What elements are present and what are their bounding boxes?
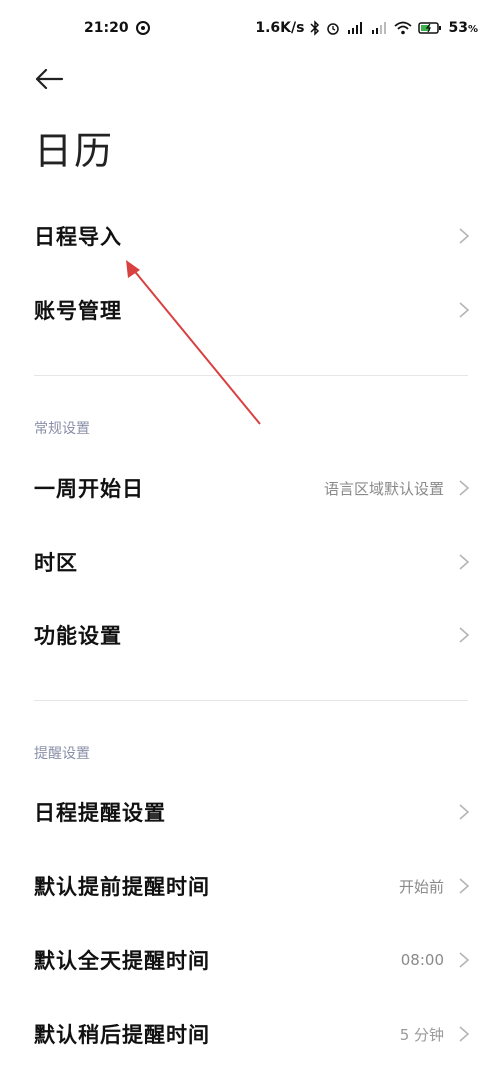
battery-charging-icon [418,21,442,35]
chevron-right-icon [458,803,470,821]
chevron-right-icon [458,626,470,644]
row-label: 默认全天提醒时间 [34,949,210,973]
back-button[interactable] [34,64,74,98]
alarm-icon [326,21,340,35]
signal-hd-1-icon [346,21,364,35]
row-label: 账号管理 [34,299,122,323]
bluetooth-icon [310,20,320,36]
row-value: 5 分钟 [399,1025,444,1044]
row-timezone[interactable]: 时区 [0,532,500,592]
divider [34,700,468,701]
section-header-reminders: 提醒设置 [34,746,90,762]
chevron-right-icon [458,951,470,969]
chevron-right-icon [458,1025,470,1043]
sync-icon [135,20,151,36]
row-default-allday-reminder[interactable]: 默认全天提醒时间 08:00 [0,930,500,990]
row-event-reminder-settings[interactable]: 日程提醒设置 [0,782,500,842]
row-label: 默认稍后提醒时间 [34,1023,210,1047]
row-label: 日程提醒设置 [34,801,166,825]
clock: 21:20 [84,20,129,36]
row-schedule-import[interactable]: 日程导入 [0,206,500,266]
chevron-right-icon [458,479,470,497]
arrow-left-icon [34,68,64,93]
battery-percent: 53% [448,20,478,36]
row-value: 开始前 [398,877,444,896]
row-label: 日程导入 [34,225,122,249]
section-header-general: 常规设置 [34,421,90,437]
row-feature-settings[interactable]: 功能设置 [0,605,500,665]
status-bar: 21:20 1.6K/s 53% [0,0,500,56]
row-label: 时区 [34,551,78,575]
chevron-right-icon [458,877,470,895]
network-speed: 1.6K/s [255,20,305,36]
row-label: 默认提前提醒时间 [34,875,210,899]
row-default-advance-reminder[interactable]: 默认提前提醒时间 开始前 [0,856,500,916]
row-value: 08:00 [400,951,444,969]
wifi-icon [394,21,413,35]
row-value: 语言区域默认设置 [323,479,444,498]
chevron-right-icon [458,227,470,245]
row-label: 一周开始日 [34,477,144,501]
divider [34,375,468,376]
row-default-snooze-reminder[interactable]: 默认稍后提醒时间 5 分钟 [0,1004,500,1064]
row-label: 功能设置 [34,624,122,648]
row-account-management[interactable]: 账号管理 [0,280,500,340]
row-week-start[interactable]: 一周开始日 语言区域默认设置 [0,458,500,518]
signal-hd-2-icon [370,21,388,35]
calendar-settings-screen: 21:20 1.6K/s 53% 日历 日程导入 账号管理 常规设置 一周开始日… [0,0,500,1084]
chevron-right-icon [458,301,470,319]
page-title: 日历 [34,129,115,173]
chevron-right-icon [458,553,470,571]
